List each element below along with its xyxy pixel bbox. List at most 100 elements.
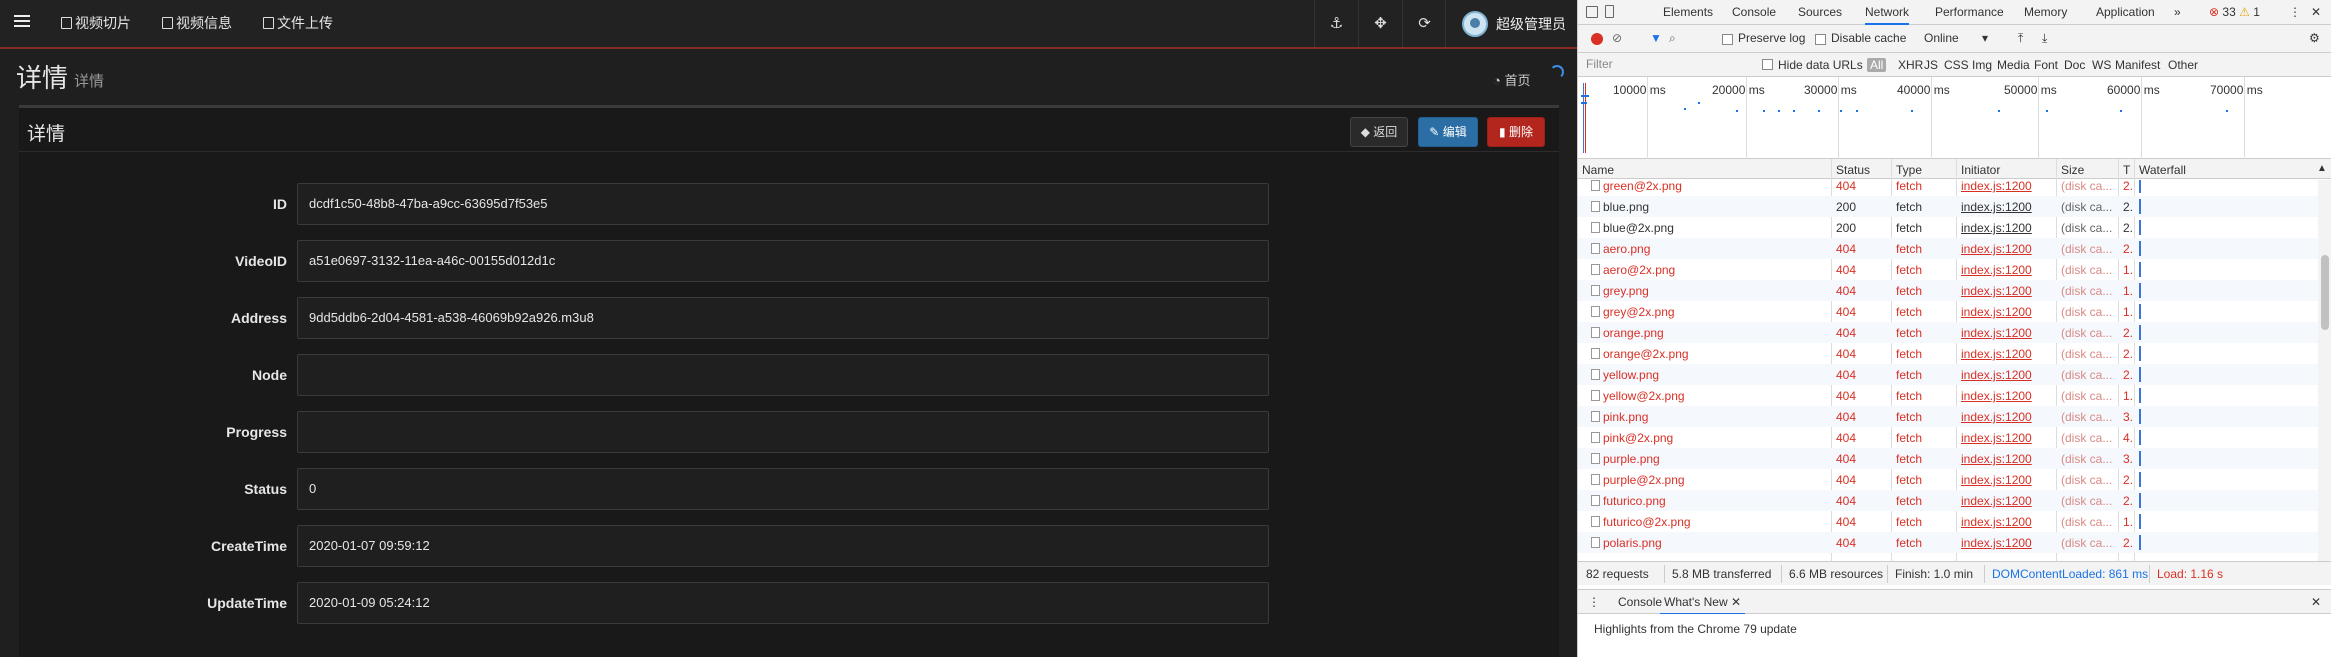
column-header-type[interactable]: Type: [1896, 163, 1922, 177]
network-row[interactable]: futurico@2x.png 404 fetch index.js:1200 (dis…: [1578, 511, 2318, 532]
close-drawer-icon[interactable]: ✕: [2311, 595, 2321, 609]
network-row[interactable]: yellow@2x.png 404 fetch index.js:1200 (disk …: [1578, 385, 2318, 406]
network-row[interactable]: aero.png 404 fetch index.js:1200 (disk ca...…: [1578, 238, 2318, 259]
nav-link-video-info[interactable]: 视频信息: [162, 0, 232, 47]
network-row[interactable]: aero@2x.png 404 fetch index.js:1200 (disk ca…: [1578, 259, 2318, 280]
tab-performance[interactable]: Performance: [1935, 0, 2004, 25]
drawer-tab-whats-new[interactable]: What's New ✕: [1660, 595, 1746, 615]
tab-memory[interactable]: Memory: [2024, 0, 2067, 25]
request-initiator[interactable]: index.js:1200: [1961, 242, 2032, 256]
filter-type-manifest[interactable]: Manifest: [2115, 58, 2160, 72]
tab-elements[interactable]: Elements: [1663, 0, 1713, 25]
request-initiator[interactable]: index.js:1200: [1961, 305, 2032, 319]
request-initiator[interactable]: index.js:1200: [1961, 368, 2032, 382]
kebab-menu-icon[interactable]: ⋮: [2289, 0, 2301, 25]
network-row[interactable]: pink.png 404 fetch index.js:1200 (disk ca...…: [1578, 406, 2318, 427]
filter-type-media[interactable]: Media: [1997, 58, 2030, 72]
import-har-icon[interactable]: ⤒: [2018, 31, 2023, 46]
hide-data-urls-checkbox[interactable]: [1762, 59, 1773, 70]
request-initiator[interactable]: index.js:1200: [1961, 221, 2032, 235]
filter-type-all[interactable]: All: [1867, 58, 1887, 72]
network-row[interactable]: green@2x.png 404 fetch index.js:1200 (disk c…: [1578, 180, 2318, 196]
request-initiator[interactable]: index.js:1200: [1961, 515, 2032, 529]
network-row[interactable]: purple.png 404 fetch index.js:1200 (disk ca.…: [1578, 448, 2318, 469]
edit-button[interactable]: ✎ 编辑: [1418, 117, 1478, 147]
network-row[interactable]: orange@2x.png 404 fetch index.js:1200 (disk …: [1578, 343, 2318, 364]
request-initiator[interactable]: index.js:1200: [1961, 263, 2032, 277]
filter-type-css[interactable]: CSS: [1944, 58, 1969, 72]
refresh-icon[interactable]: ⟳: [1402, 0, 1446, 47]
nav-link-file-upload[interactable]: 文件上传: [263, 0, 333, 47]
drawer-menu-icon[interactable]: ⋮: [1588, 595, 1600, 609]
request-initiator[interactable]: index.js:1200: [1961, 473, 2032, 487]
request-initiator[interactable]: index.js:1200: [1961, 452, 2032, 466]
filter-type-js[interactable]: JS: [1924, 58, 1938, 72]
record-icon[interactable]: [1591, 33, 1603, 45]
tab-sources[interactable]: Sources: [1798, 0, 1842, 25]
tab-application[interactable]: Application: [2096, 0, 2155, 25]
tab-network[interactable]: Network: [1865, 0, 1910, 25]
column-header-initiator[interactable]: Initiator: [1961, 163, 2000, 177]
more-tabs-icon[interactable]: »: [2174, 0, 2181, 25]
error-count-badge[interactable]: ⊗ 33 ⚠ 1: [2209, 0, 2260, 25]
inspect-icon[interactable]: [1586, 6, 1598, 18]
delete-button[interactable]: ▮ 删除: [1487, 117, 1545, 147]
scrollbar-thumb[interactable]: [2321, 255, 2329, 330]
filter-type-other[interactable]: Other: [2168, 58, 2198, 72]
column-header-status[interactable]: Status: [1836, 163, 1870, 177]
device-toolbar-icon[interactable]: [1605, 5, 1614, 18]
filter-input[interactable]: Filter: [1586, 57, 1746, 73]
request-initiator[interactable]: index.js:1200: [1961, 494, 2032, 508]
request-initiator[interactable]: index.js:1200: [1961, 200, 2032, 214]
filter-icon[interactable]: ▼: [1650, 31, 1662, 45]
request-initiator[interactable]: index.js:1200: [1961, 326, 2032, 340]
sort-up-icon[interactable]: ▲: [2317, 163, 2327, 174]
throttling-select[interactable]: Online ▾: [1924, 31, 1988, 45]
request-list-scrollbar[interactable]: [2318, 180, 2331, 561]
filter-type-ws[interactable]: WS: [2092, 58, 2111, 72]
tab-console[interactable]: Console: [1732, 0, 1776, 25]
anchor-icon[interactable]: ⚓: [1314, 0, 1358, 47]
close-tab-icon[interactable]: ✕: [1731, 595, 1741, 609]
back-button[interactable]: ◆ 返回: [1350, 117, 1408, 147]
fullscreen-icon[interactable]: ✥: [1358, 0, 1402, 47]
network-overview-timeline[interactable]: 10000 ms 20000 ms 30000 ms 40000 ms 5000…: [1578, 77, 2331, 159]
network-row[interactable]: blue@2x.png 200 fetch index.js:1200 (disk ca…: [1578, 217, 2318, 238]
filter-type-doc[interactable]: Doc: [2064, 58, 2085, 72]
user-menu[interactable]: 超级管理员: [1445, 0, 1577, 47]
column-header-waterfall[interactable]: Waterfall: [2139, 163, 2186, 177]
settings-gear-icon[interactable]: ⚙: [2309, 31, 2320, 45]
network-row[interactable]: purple@2x.png 404 fetch index.js:1200 (disk …: [1578, 469, 2318, 490]
network-row[interactable]: blue.png 200 fetch index.js:1200 (disk ca...…: [1578, 196, 2318, 217]
export-har-icon[interactable]: ⤓: [2042, 31, 2047, 46]
column-header-name[interactable]: Name: [1582, 163, 1614, 177]
disable-cache-checkbox[interactable]: [1815, 34, 1826, 45]
column-header-size[interactable]: Size: [2061, 163, 2084, 177]
breadcrumb-home[interactable]: ◔ 首页: [1493, 70, 1530, 89]
menu-icon[interactable]: [14, 15, 30, 29]
filter-type-font[interactable]: Font: [2034, 58, 2058, 72]
network-row[interactable]: polaris.png 404 fetch index.js:1200 (disk ca…: [1578, 532, 2318, 553]
filter-type-img[interactable]: Img: [1972, 58, 1992, 72]
close-devtools-icon[interactable]: ✕: [2311, 0, 2321, 25]
request-initiator[interactable]: index.js:1200: [1961, 410, 2032, 424]
network-row[interactable]: grey.png 404 fetch index.js:1200 (disk ca...…: [1578, 280, 2318, 301]
request-initiator[interactable]: index.js:1200: [1961, 180, 2032, 193]
preserve-log-checkbox[interactable]: [1722, 34, 1733, 45]
clear-icon[interactable]: ⊘: [1612, 31, 1622, 45]
network-row[interactable]: grey@2x.png 404 fetch index.js:1200 (disk ca…: [1578, 301, 2318, 322]
network-row[interactable]: pink@2x.png 404 fetch index.js:1200 (disk ca…: [1578, 427, 2318, 448]
drawer-tab-console[interactable]: Console: [1618, 595, 1662, 609]
nav-link-video-slices[interactable]: 视频切片: [61, 0, 131, 47]
request-initiator[interactable]: index.js:1200: [1961, 284, 2032, 298]
filter-type-xhr[interactable]: XHR: [1898, 58, 1923, 72]
request-initiator[interactable]: index.js:1200: [1961, 431, 2032, 445]
request-initiator[interactable]: index.js:1200: [1961, 389, 2032, 403]
request-initiator[interactable]: index.js:1200: [1961, 347, 2032, 361]
request-initiator[interactable]: index.js:1200: [1961, 536, 2032, 550]
column-header-time[interactable]: T: [2123, 163, 2130, 177]
network-row[interactable]: yellow.png 404 fetch index.js:1200 (disk ca.…: [1578, 364, 2318, 385]
search-icon[interactable]: ⌕: [1669, 31, 1676, 46]
network-row[interactable]: futurico.png 404 fetch index.js:1200 (disk c…: [1578, 490, 2318, 511]
network-row[interactable]: orange.png 404 fetch index.js:1200 (disk ca.…: [1578, 322, 2318, 343]
